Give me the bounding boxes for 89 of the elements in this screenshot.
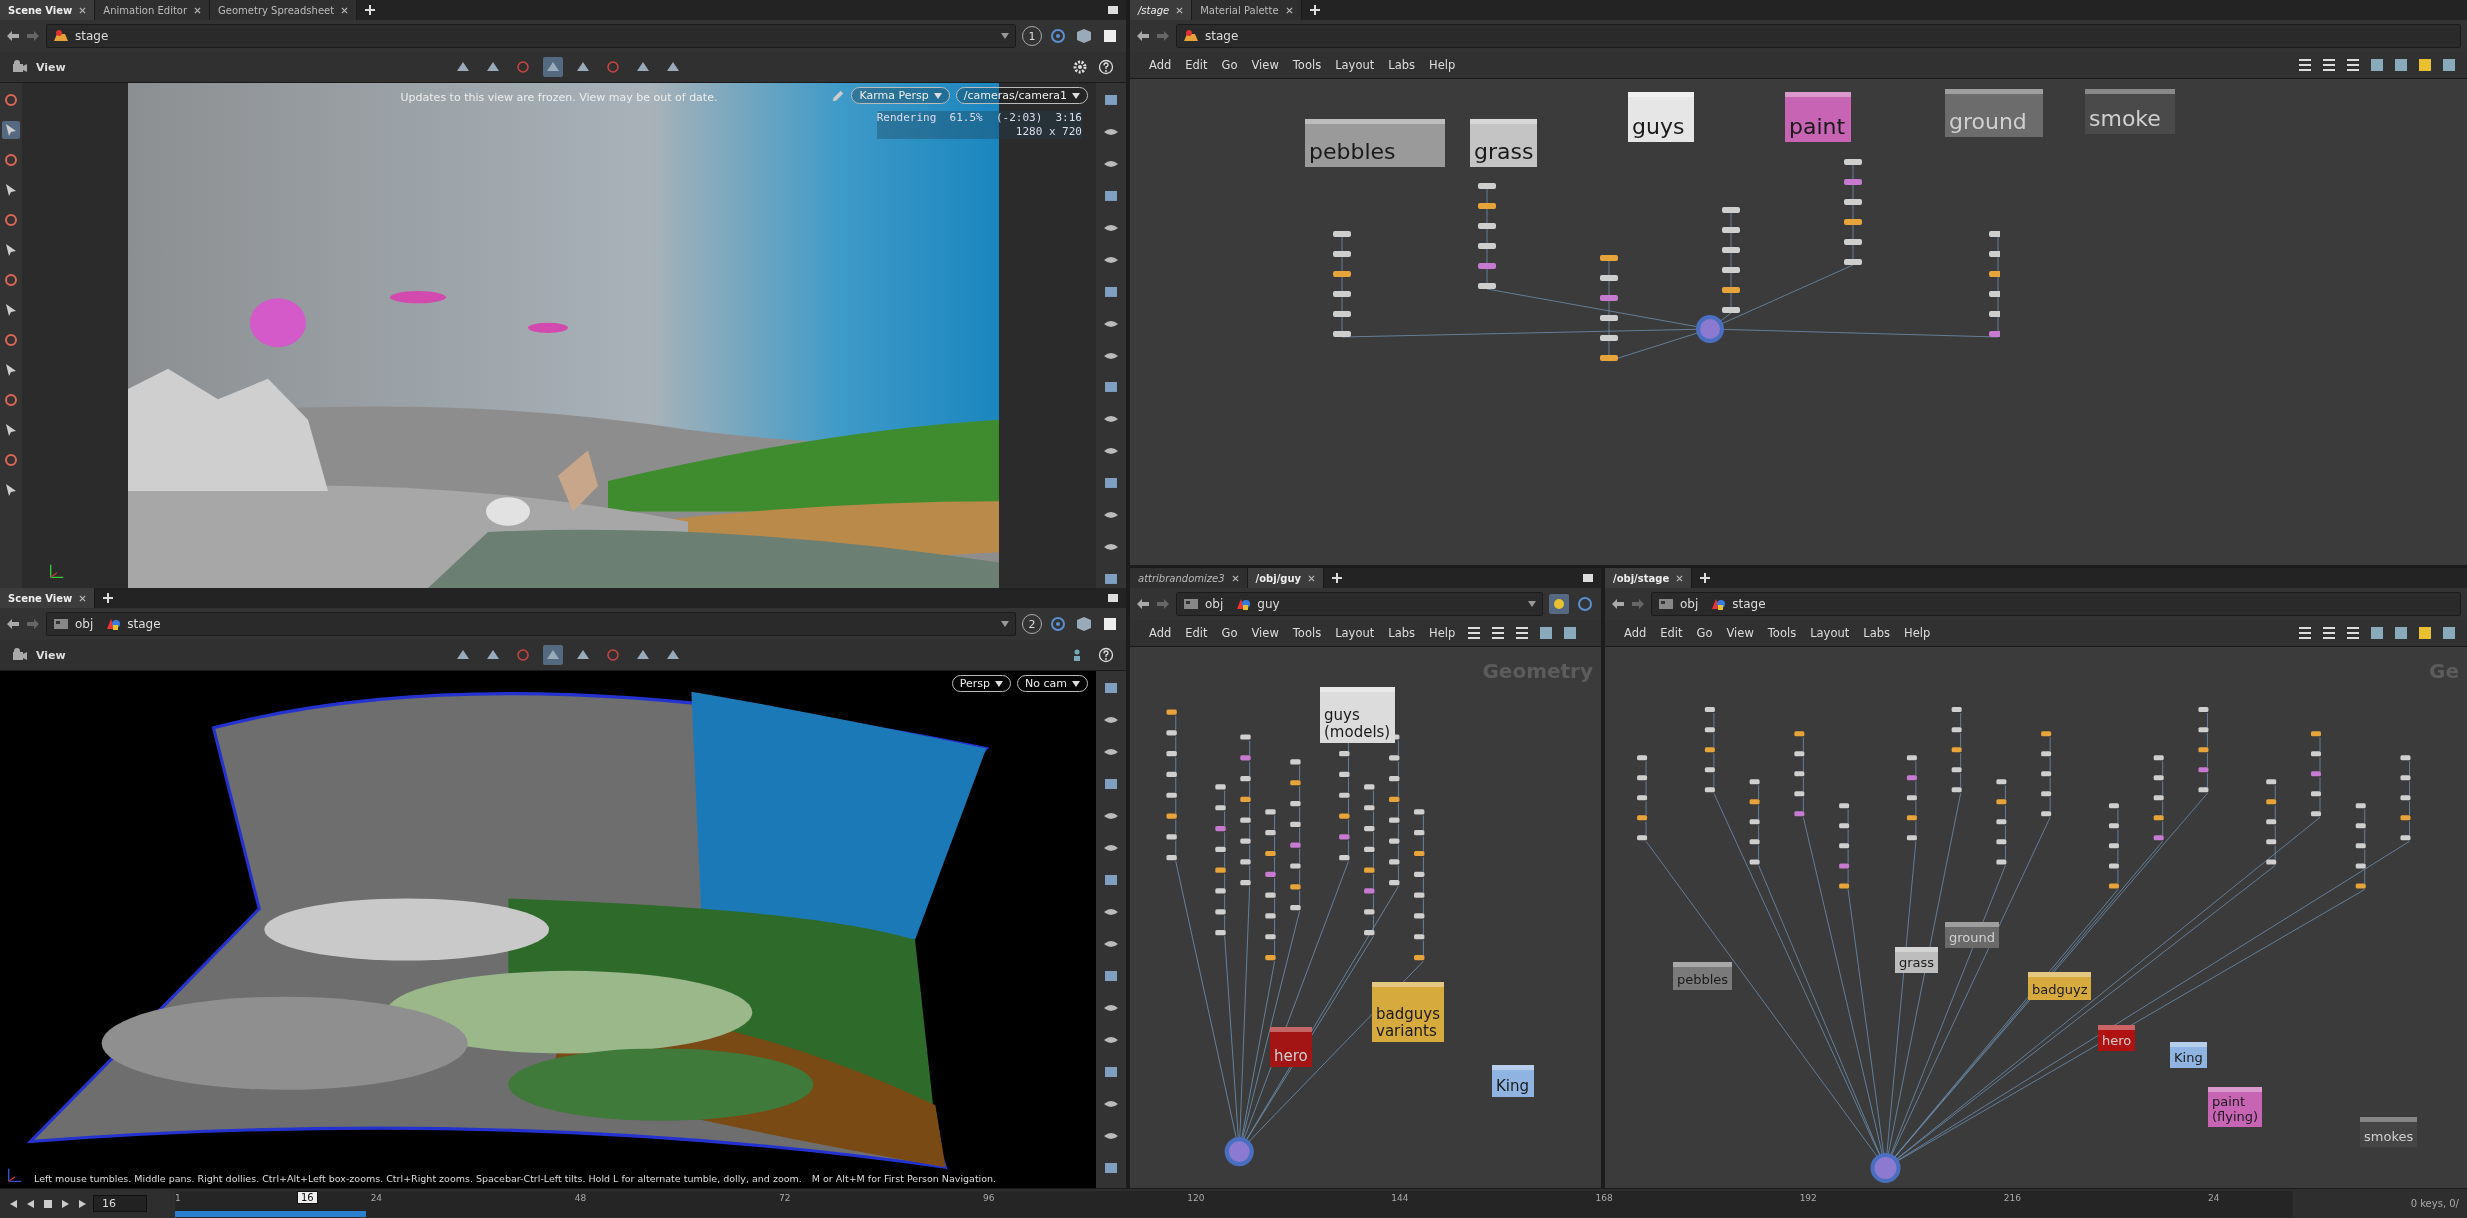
pane-tab[interactable]: Geometry Spreadsheet	[210, 0, 358, 20]
camera-menu[interactable]: /cameras/camera1	[955, 87, 1088, 104]
menu-item[interactable]: View	[1246, 626, 1284, 640]
pane-tab[interactable]: /obj/guy	[1247, 568, 1325, 588]
frame-tick: 216	[2003, 1192, 2021, 1203]
menu-item[interactable]: Go	[1691, 626, 1718, 640]
playhead[interactable]: 16	[296, 1190, 318, 1204]
sticky-note[interactable]: smoke	[2085, 89, 2175, 134]
path-field[interactable]: stage	[1176, 24, 2461, 48]
menu-item[interactable]: Labs	[1858, 626, 1895, 640]
sticky-note[interactable]: King	[2170, 1042, 2207, 1068]
frame-tick: 144	[1391, 1192, 1409, 1203]
frame-tick: 168	[1595, 1192, 1613, 1203]
path-crumb[interactable]: guy	[1257, 597, 1280, 611]
menu-item[interactable]: Help	[1424, 626, 1461, 640]
frame-tick: 120	[1187, 1192, 1205, 1203]
menu-item[interactable]: Labs	[1383, 626, 1420, 640]
sticky-note[interactable]: smokes	[2360, 1117, 2418, 1147]
menu-item[interactable]: Add	[1144, 58, 1177, 72]
menu-item[interactable]: Edit	[1180, 626, 1213, 640]
menu-item[interactable]: Help	[1899, 626, 1936, 640]
menu-item[interactable]: Go	[1216, 58, 1243, 72]
sticky-note[interactable]: guys (models)	[1320, 687, 1395, 743]
frame-field[interactable]: 16	[93, 1195, 147, 1212]
pane-tab[interactable]: /stage	[1130, 0, 1193, 20]
sticky-note[interactable]: grass	[1470, 119, 1538, 167]
sticky-note[interactable]: paint	[1785, 92, 1851, 142]
frame-tick: 1	[175, 1192, 181, 1203]
navigation-hint: Left mouse tumbles. Middle pans. Right dollies. Ctrl+Alt+Left box-zooms. Ctrl+Right zooms. Spacebar-Ctrl-Left tilts. Hold L for alternate tumble, dolly, and zoom.	[34, 1173, 802, 1184]
menu-item[interactable]: Layout	[1330, 58, 1380, 72]
pane-tab[interactable]: Scene View	[0, 588, 96, 608]
menu-item[interactable]: Tools	[1287, 626, 1327, 640]
path-crumb[interactable]: obj	[1205, 597, 1224, 611]
menu-item[interactable]: Add	[1144, 626, 1177, 640]
menu-item[interactable]: Tools	[1762, 626, 1802, 640]
frame-tick: 72	[778, 1192, 791, 1203]
pane-tab[interactable]: /obj/stage	[1605, 568, 1693, 588]
view-menu[interactable]: Persp	[951, 675, 1012, 692]
sticky-note[interactable]: hero	[1270, 1027, 1312, 1067]
sticky-note[interactable]: paint (flying)	[2208, 1087, 2263, 1127]
sticky-note[interactable]: ground	[1945, 922, 1999, 948]
render-status: Rendering 61.5% (-2:03) 3:16	[876, 111, 1082, 125]
pane-tab[interactable]: attribrandomize3	[1130, 568, 1248, 588]
frozen-notice: Updates to this view are frozen. View may be out of date.	[400, 91, 718, 104]
navigation-hint: M or Alt+M for First Person Navigation.	[811, 1173, 997, 1184]
sticky-note[interactable]: badguyz	[2028, 972, 2092, 1000]
sticky-note[interactable]: pebbles	[1305, 119, 1445, 167]
menu-item[interactable]: Tools	[1287, 58, 1327, 72]
viewer-title: View	[36, 648, 66, 662]
menu-item[interactable]: Edit	[1180, 58, 1213, 72]
pane-tab[interactable]: Animation Editor	[95, 0, 211, 20]
keys-status: 0 keys, 0/	[2410, 1198, 2459, 1209]
frame-tick: 48	[574, 1192, 587, 1203]
path-crumb[interactable]: obj	[1680, 597, 1699, 611]
menu-item[interactable]: Layout	[1805, 626, 1855, 640]
menu-item[interactable]: Add	[1619, 626, 1652, 640]
path-crumb[interactable]: stage	[75, 29, 109, 43]
sticky-note[interactable]: grass	[1895, 947, 1939, 973]
renderer-menu[interactable]: Karma Persp	[851, 87, 950, 104]
path-field[interactable]: obj stage	[46, 612, 1016, 636]
sticky-note[interactable]: badguys variants	[1372, 982, 1444, 1042]
sticky-note[interactable]: pebbles	[1673, 962, 1733, 990]
menu-item[interactable]: View	[1246, 58, 1284, 72]
path-crumb[interactable]: stage	[1732, 597, 1766, 611]
menu-item[interactable]: Labs	[1383, 58, 1420, 72]
sticky-note[interactable]: guys	[1628, 92, 1694, 142]
path-field[interactable]: obj guy	[1176, 592, 1543, 616]
camera-menu[interactable]: No cam	[1017, 675, 1088, 692]
frame-tick: 96	[983, 1192, 995, 1203]
menu-item[interactable]: Help	[1424, 58, 1461, 72]
render-resolution: 1280 x 720	[1015, 125, 1082, 139]
pane-tab[interactable]: Material Palette	[1192, 0, 1302, 20]
menu-item[interactable]: Go	[1216, 626, 1243, 640]
frame-tick: 24	[370, 1192, 383, 1203]
path-crumb[interactable]: obj	[75, 617, 94, 631]
menu-item[interactable]: Edit	[1655, 626, 1688, 640]
menu-item[interactable]: View	[1721, 626, 1759, 640]
path-crumb[interactable]: stage	[127, 617, 161, 631]
timeline-ruler[interactable]: 1 16 24 48 72 96 120 144 168 192 216 24	[175, 1190, 2293, 1217]
path-crumb[interactable]: stage	[1205, 29, 1239, 43]
path-field[interactable]: obj stage	[1651, 592, 2461, 616]
menu-item[interactable]: Layout	[1330, 626, 1380, 640]
viewer-title: View	[36, 60, 66, 74]
path-field[interactable]: stage	[46, 24, 1016, 48]
sticky-note[interactable]: King	[1492, 1065, 1534, 1097]
sticky-note[interactable]: hero	[2098, 1025, 2136, 1051]
frame-tick: 24	[2207, 1192, 2220, 1203]
pane-tab[interactable]: Scene View	[0, 0, 96, 20]
frame-tick: 192	[1799, 1192, 1817, 1203]
